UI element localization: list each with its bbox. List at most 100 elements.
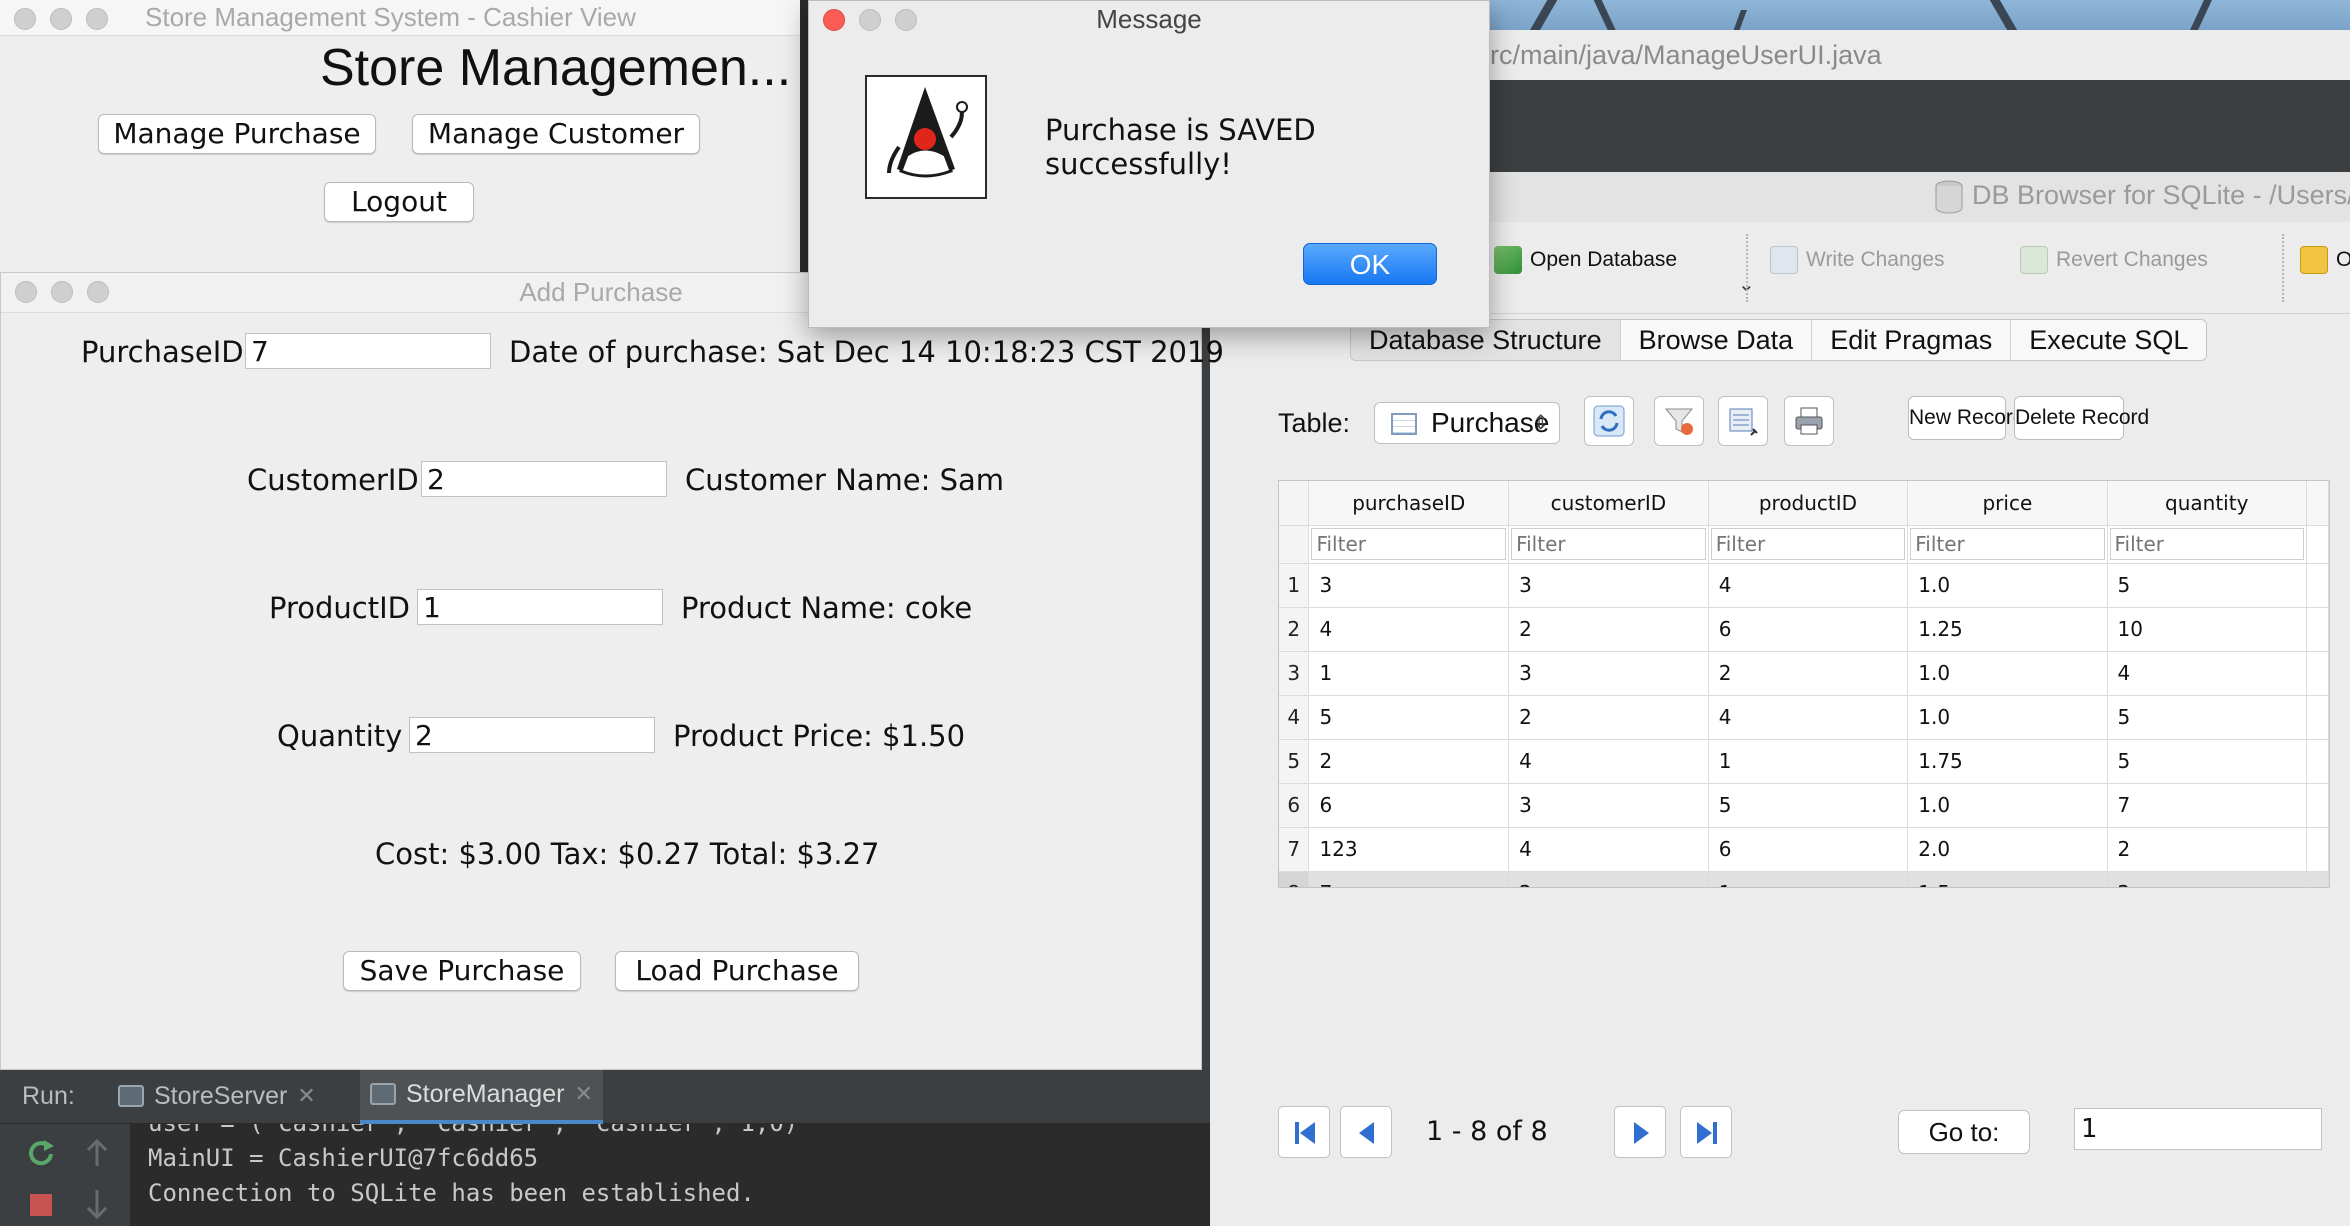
table-cell[interactable]: 1 xyxy=(1308,651,1510,696)
table-cell[interactable]: 1 xyxy=(1708,871,1909,887)
filter-input[interactable] xyxy=(2109,528,2304,560)
table-select[interactable]: Purchase ⇕ xyxy=(1374,402,1560,444)
row-number-cell[interactable]: 5 xyxy=(1279,739,1310,784)
table-cell[interactable]: 5 xyxy=(1308,695,1510,740)
close-window-icon[interactable] xyxy=(823,9,845,31)
table-row[interactable]: 4 5 2 4 1.0 5 xyxy=(1279,695,2329,740)
zoom-window-icon[interactable] xyxy=(87,281,109,303)
save-purchase-button[interactable]: Save Purchase xyxy=(343,951,581,991)
table-cell[interactable]: 2 xyxy=(1308,739,1510,784)
ok-button[interactable]: OK xyxy=(1303,243,1437,285)
table-row[interactable]: 7 123 4 6 2.0 2 xyxy=(1279,827,2329,872)
column-header[interactable]: purchaseID xyxy=(1308,481,1510,526)
load-purchase-button[interactable]: Load Purchase xyxy=(615,951,859,991)
table-cell[interactable]: 7 xyxy=(1308,871,1510,887)
table-cell[interactable]: 2 xyxy=(1508,871,1709,887)
clear-filters-button[interactable] xyxy=(1654,396,1704,446)
close-window-icon[interactable] xyxy=(15,281,37,303)
table-cell[interactable]: 5 xyxy=(2107,739,2307,784)
table-cell[interactable]: 4 xyxy=(2107,651,2307,696)
table-cell[interactable]: 5 xyxy=(1708,783,1909,828)
table-cell[interactable]: 3 xyxy=(1308,563,1510,608)
stop-icon[interactable] xyxy=(30,1194,52,1216)
row-number-cell[interactable]: 1 xyxy=(1279,563,1310,608)
filter-input[interactable] xyxy=(1710,528,1906,560)
refresh-button[interactable] xyxy=(1584,396,1634,446)
first-record-button[interactable] xyxy=(1278,1106,1330,1158)
goto-button[interactable]: Go to: xyxy=(1898,1110,2030,1154)
write-changes-button[interactable]: Write Changes xyxy=(1770,246,1945,274)
table-cell[interactable]: 6 xyxy=(1708,607,1909,652)
last-record-button[interactable] xyxy=(1680,1106,1732,1158)
table-cell[interactable]: 6 xyxy=(1308,783,1510,828)
row-number-cell[interactable]: 8 xyxy=(1279,871,1310,887)
table-cell[interactable]: 1.75 xyxy=(1907,739,2108,784)
row-number-cell[interactable]: 7 xyxy=(1279,827,1310,872)
row-number-cell[interactable]: 6 xyxy=(1279,783,1310,828)
delete-record-button[interactable]: Delete Record xyxy=(2014,396,2149,440)
table-cell[interactable]: 2.0 xyxy=(1907,827,2108,872)
close-window-icon[interactable] xyxy=(14,8,36,30)
table-row[interactable]: 3 1 3 2 1.0 4 xyxy=(1279,651,2329,696)
table-cell[interactable]: 6 xyxy=(1708,827,1909,872)
minimize-window-icon[interactable] xyxy=(50,8,72,30)
close-icon[interactable]: ✕ xyxy=(574,1081,592,1107)
filter-input[interactable] xyxy=(1910,528,2105,560)
table-cell[interactable]: 10 xyxy=(2107,607,2307,652)
column-header[interactable]: quantity xyxy=(2107,481,2307,526)
toolbar-button-truncated[interactable]: O xyxy=(2300,246,2350,274)
table-row[interactable]: 2 4 2 6 1.25 10 xyxy=(1279,607,2329,652)
table-cell[interactable]: 5 xyxy=(2107,563,2307,608)
table-cell[interactable]: 3 xyxy=(1508,651,1709,696)
table-cell[interactable]: 4 xyxy=(1508,827,1709,872)
next-record-button[interactable] xyxy=(1614,1106,1666,1158)
table-row[interactable]: 6 6 3 5 1.0 7 xyxy=(1279,783,2329,828)
run-tab-storeserver[interactable]: StoreServer ✕ xyxy=(108,1068,326,1124)
table-cell[interactable]: 3 xyxy=(1508,563,1709,608)
table-cell[interactable]: 2 xyxy=(2107,827,2307,872)
save-table-button[interactable] xyxy=(1718,396,1768,446)
filter-input[interactable] xyxy=(1511,528,1706,560)
customer-id-input[interactable] xyxy=(421,461,667,497)
table-cell[interactable]: 2 xyxy=(1508,695,1709,740)
filter-input[interactable] xyxy=(1311,528,1507,560)
tab-execute-sql[interactable]: Execute SQL xyxy=(2011,320,2207,360)
table-row[interactable]: 87211.52 xyxy=(1279,871,2329,887)
logout-button[interactable]: Logout xyxy=(324,182,474,222)
column-header[interactable]: productID xyxy=(1708,481,1909,526)
zoom-window-icon[interactable] xyxy=(86,8,108,30)
table-cell[interactable]: 2 xyxy=(1708,651,1909,696)
quantity-input[interactable] xyxy=(409,717,655,753)
table-cell[interactable]: 7 xyxy=(2107,783,2307,828)
table-cell[interactable]: 1.0 xyxy=(1907,695,2108,740)
open-database-button[interactable]: Open Database xyxy=(1494,246,1677,274)
rerun-icon[interactable] xyxy=(26,1138,56,1168)
purchase-id-input[interactable] xyxy=(245,333,491,369)
minimize-window-icon[interactable] xyxy=(51,281,73,303)
table-cell[interactable]: 4 xyxy=(1708,695,1909,740)
new-record-button[interactable]: New Record xyxy=(1908,396,2025,440)
table-cell[interactable]: 4 xyxy=(1708,563,1909,608)
previous-record-button[interactable] xyxy=(1340,1106,1392,1158)
product-id-input[interactable] xyxy=(417,589,663,625)
column-header[interactable]: customerID xyxy=(1508,481,1709,526)
goto-input[interactable] xyxy=(2074,1108,2322,1150)
table-cell[interactable]: 5 xyxy=(2107,695,2307,740)
table-cell[interactable]: 4 xyxy=(1308,607,1510,652)
arrow-up-icon[interactable] xyxy=(84,1138,110,1168)
table-cell[interactable]: 1.0 xyxy=(1907,651,2108,696)
manage-purchase-button[interactable]: Manage Purchase xyxy=(98,114,376,154)
column-header[interactable]: price xyxy=(1907,481,2108,526)
table-cell[interactable]: 123 xyxy=(1308,827,1510,872)
table-cell[interactable]: 1.0 xyxy=(1907,563,2108,608)
arrow-down-icon[interactable] xyxy=(84,1188,110,1222)
table-row[interactable]: 5 2 4 1 1.75 5 xyxy=(1279,739,2329,784)
manage-customer-button[interactable]: Manage Customer xyxy=(412,114,700,154)
run-tab-storemanager[interactable]: StoreManager ✕ xyxy=(360,1068,603,1124)
tab-browse-data[interactable]: Browse Data xyxy=(1620,320,1813,360)
table-cell[interactable]: 1.0 xyxy=(1907,783,2108,828)
row-number-cell[interactable]: 2 xyxy=(1279,607,1310,652)
close-icon[interactable]: ✕ xyxy=(297,1083,315,1109)
table-cell[interactable]: 1.25 xyxy=(1907,607,2108,652)
table-cell[interactable]: 4 xyxy=(1508,739,1709,784)
